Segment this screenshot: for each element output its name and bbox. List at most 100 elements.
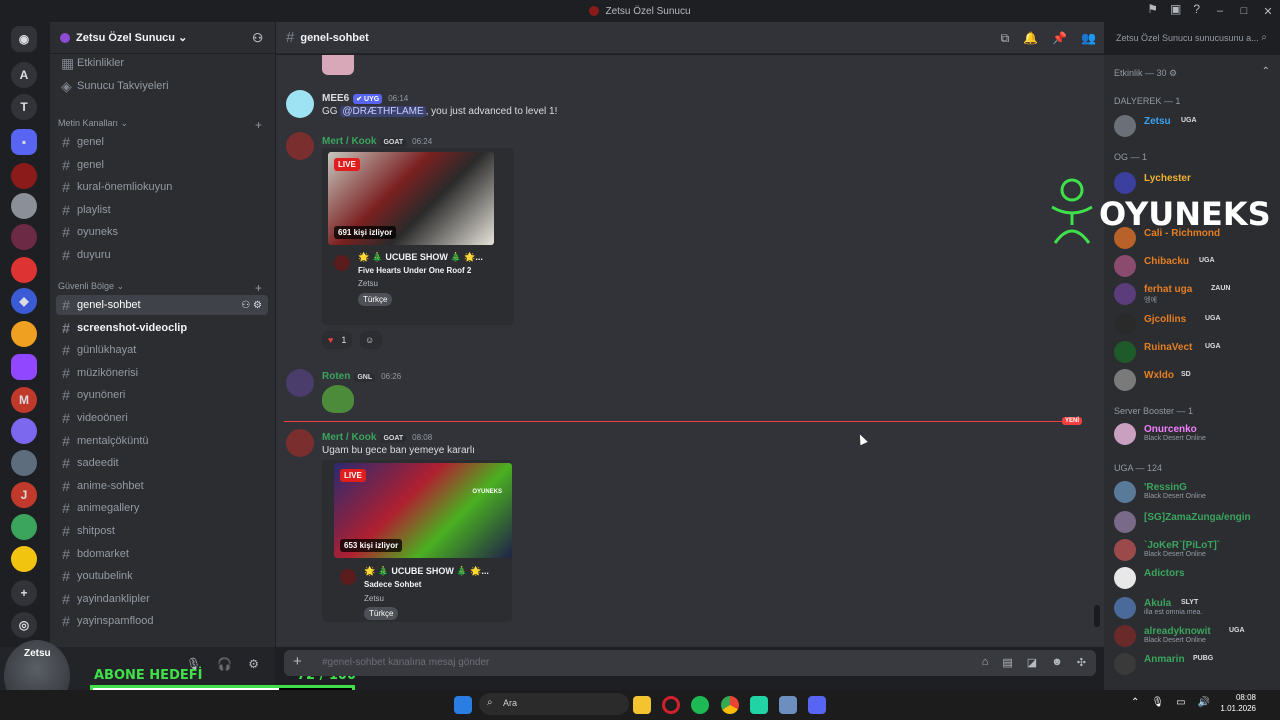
channel-muzikonerisi[interactable]: # müzikönerisi <box>56 363 268 383</box>
user-mention[interactable]: @DRÆTHFLAME <box>340 106 426 117</box>
system-clock[interactable]: 08:08 1.01.2026 <box>1220 692 1256 714</box>
folder-icon[interactable]: ▪ <box>11 129 37 155</box>
server-j-icon[interactable]: J <box>11 482 37 508</box>
opera-icon[interactable] <box>662 696 680 714</box>
channel-genel-2[interactable]: # genel <box>56 155 268 175</box>
chevron-up-icon[interactable]: ⌃ <box>1262 66 1270 77</box>
microphone-icon[interactable]: 🎙 <box>1151 697 1164 708</box>
stream-embed[interactable]: LIVE 691 kişi izliyor 🌟 🎄 UCUBE SHOW 🎄 🌟… <box>322 148 514 325</box>
minimize-button[interactable]: – <box>1208 5 1232 17</box>
invite-icon[interactable]: ⚇ <box>252 31 263 45</box>
server-mario-icon[interactable] <box>11 257 37 283</box>
channel-mentalcokuntu[interactable]: # mentalçöküntü <box>56 431 268 451</box>
channel-settings-icon[interactable]: ⚇ ⚙ <box>241 300 262 311</box>
member-row[interactable]: alreadyknowit UGA Black Desert Online <box>1114 623 1279 647</box>
channel-screenshot-videoclip[interactable]: # screenshot-videoclip <box>56 318 268 338</box>
events-item[interactable]: ▦ Etkinlikler <box>56 53 268 73</box>
member-row[interactable]: RuinaVect UGA <box>1114 339 1279 363</box>
channel-kural[interactable]: # kural-önemliokuyun <box>56 177 268 197</box>
maximize-button[interactable]: □ <box>1232 5 1256 17</box>
avatar[interactable] <box>286 132 314 160</box>
threads-icon[interactable]: ⧉ <box>1001 31 1010 46</box>
member-row[interactable]: Onurcenko Black Desert Online <box>1114 421 1279 445</box>
language-pill[interactable]: Türkçe <box>358 293 393 306</box>
add-channel-icon[interactable]: + <box>255 281 262 295</box>
twitch-icon[interactable] <box>11 354 37 380</box>
channel-videooneri[interactable]: # videoöneri <box>56 408 268 428</box>
category-text-channels[interactable]: Metin Kanalları ⌄ + <box>58 118 268 132</box>
steam-icon[interactable] <box>779 696 797 714</box>
boosts-item[interactable]: ◈ Sunucu Takviyeleri <box>56 76 268 96</box>
server-t-icon[interactable]: T <box>11 94 37 120</box>
explore-icon[interactable]: ◎ <box>11 612 37 638</box>
stream-embed[interactable]: LIVE OYUNEKS 653 kişi izliyor 🌟 🎄 UCUBE … <box>322 460 512 622</box>
member-row[interactable]: Adictors <box>1114 565 1279 589</box>
attach-icon[interactable]: + <box>293 653 302 670</box>
bell-icon[interactable]: 🔔 <box>1023 31 1038 46</box>
channel-sadeedit[interactable]: # sadeedit <box>56 453 268 473</box>
member-row[interactable]: ferhat uga ZAUN 엥에 <box>1114 281 1279 305</box>
search-input[interactable]: Zetsu Özel Sunucu sunucusunu a... ⌕ <box>1110 28 1273 48</box>
member-row[interactable]: 'RessinG Black Desert Online <box>1114 479 1279 503</box>
member-row[interactable]: [SG]ZamaZunga/engin <box>1114 509 1279 533</box>
members-icon[interactable]: 👥 <box>1081 31 1096 46</box>
gift-icon[interactable]: ⌂ <box>982 656 989 669</box>
channel-shitpost[interactable]: # shitpost <box>56 521 268 541</box>
gear-icon[interactable]: ⚙ <box>1169 68 1177 78</box>
discord-home-icon[interactable]: ◉ <box>11 26 37 52</box>
avatar[interactable] <box>286 429 314 457</box>
author-name[interactable]: Mert / Kook <box>322 136 376 147</box>
scrollbar[interactable] <box>1094 605 1100 627</box>
server-header[interactable]: Zetsu Özel Sunucu ⌄ ⚇ <box>50 22 275 54</box>
member-row[interactable]: Chibacku UGA <box>1114 253 1279 277</box>
server-zetsu-icon[interactable] <box>11 163 37 189</box>
channel-anime-sohbet[interactable]: # anime-sohbet <box>56 476 268 496</box>
server-city-icon[interactable] <box>11 450 37 476</box>
category-safe-zone[interactable]: Güvenli Bölge ⌄ + <box>58 281 268 295</box>
channel-oyunoneri[interactable]: # oyunöneri <box>56 385 268 405</box>
pin-icon[interactable]: 📌 <box>1052 31 1067 46</box>
chrome-icon[interactable] <box>721 696 739 714</box>
server-alien-icon[interactable] <box>11 514 37 540</box>
server-moon-icon[interactable] <box>11 321 37 347</box>
emoji-icon[interactable]: ☻ <box>1051 656 1063 669</box>
member-row[interactable]: Gjcollins UGA <box>1114 311 1279 335</box>
channel-animegallery[interactable]: # animegallery <box>56 498 268 518</box>
author-name[interactable]: MEE6 <box>322 93 349 104</box>
file-explorer-icon[interactable] <box>633 696 651 714</box>
avatar[interactable] <box>286 90 314 118</box>
member-row[interactable]: Akula SLYT illa est omnia mea. <box>1114 595 1279 619</box>
server-character-icon[interactable] <box>11 546 37 572</box>
message-composer[interactable]: + #genel-sohbet kanalına mesaj gönder ⌂ … <box>284 650 1096 676</box>
server-game-icon[interactable] <box>11 418 37 444</box>
server-m2-icon[interactable]: M <box>11 387 37 413</box>
member-row[interactable]: Wxldo SD <box>1114 367 1279 391</box>
author-name[interactable]: Roten <box>322 371 350 382</box>
chevron-up-icon[interactable]: ⌃ <box>1131 697 1139 708</box>
channel-youtubelink[interactable]: # youtubelink <box>56 566 268 586</box>
game-app-icon[interactable] <box>750 696 768 714</box>
channel-genel-sohbet[interactable]: # genel-sohbet ⚇ ⚙ <box>56 295 268 315</box>
screen-icon[interactable]: ▣ <box>1170 2 1181 16</box>
channel-genel[interactable]: # genel <box>56 132 268 152</box>
add-server-icon[interactable]: + <box>11 580 37 606</box>
monitor-icon[interactable]: ▭ <box>1176 697 1185 708</box>
member-row[interactable]: Anmarin PUBG <box>1114 651 1279 675</box>
stream-thumbnail[interactable]: LIVE 691 kişi izliyor <box>328 152 494 245</box>
server-a-icon[interactable]: A <box>11 62 37 88</box>
gif-icon[interactable]: ▤ <box>1002 656 1012 669</box>
channel-playlist[interactable]: # playlist <box>56 200 268 220</box>
inbox-icon[interactable]: ⚑ <box>1147 2 1158 16</box>
heart-reaction[interactable]: ♥ 1 <box>322 331 353 349</box>
channel-duyuru[interactable]: # duyuru <box>56 245 268 265</box>
server-cube-icon[interactable]: ◆ <box>11 288 37 314</box>
previous-image[interactable] <box>322 55 354 75</box>
volume-icon[interactable]: 🔊 <box>1198 697 1210 708</box>
server-anime-icon[interactable] <box>11 224 37 250</box>
spotify-icon[interactable] <box>691 696 709 714</box>
taskbar-search[interactable]: ⌕ Ara <box>479 693 629 715</box>
member-row[interactable]: `JoKeR`[PiLoT]` Black Desert Online <box>1114 537 1279 561</box>
add-channel-icon[interactable]: + <box>255 118 262 132</box>
author-name[interactable]: Mert / Kook <box>322 432 376 443</box>
sticker-icon[interactable]: ◪ <box>1027 656 1037 669</box>
